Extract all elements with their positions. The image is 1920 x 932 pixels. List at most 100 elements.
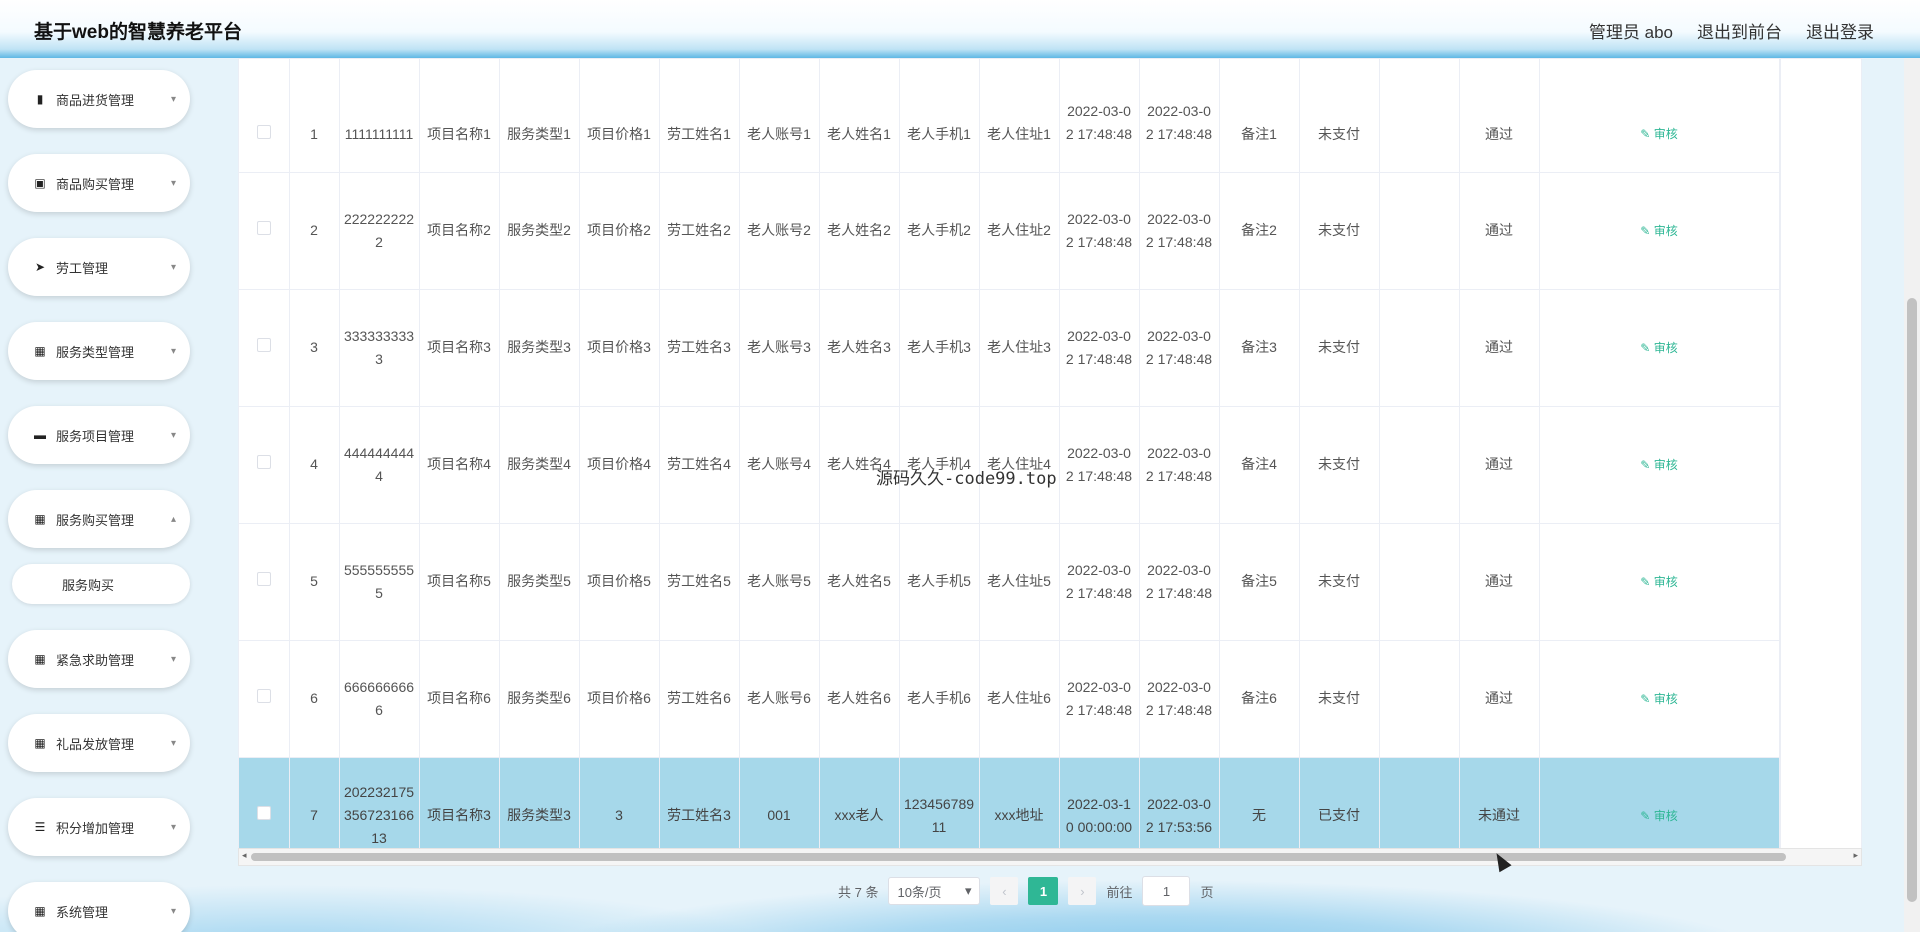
cell-service_type: 服务类型6 — [499, 640, 580, 758]
page-size-value: 10条/页 — [897, 884, 942, 900]
cell-idx: 5 — [289, 523, 340, 641]
cell-service_type: 服务类型5 — [499, 523, 580, 641]
cell-pay: 未支付 — [1299, 289, 1380, 407]
cell-phone: 老人手机1 — [899, 59, 980, 173]
cell-idx: 7 — [289, 757, 340, 849]
list-icon: ☰ — [34, 820, 46, 834]
vertical-scrollbar[interactable] — [1860, 58, 1920, 932]
table-row[interactable]: 2 2222222222 项目名称2 服务类型2 项目价格2 劳工姓名2 老人账号2 老人姓名… — [239, 172, 1781, 290]
goto-page-input[interactable]: 1 — [1142, 876, 1191, 906]
row-checkbox[interactable] — [256, 455, 271, 469]
row-checkbox[interactable] — [256, 806, 271, 820]
chevron-down-icon: ▾ — [170, 905, 176, 917]
cell-price: 项目价格6 — [579, 640, 660, 758]
edit-pen-icon: ✎ — [1640, 126, 1654, 141]
cell-time2: 2022-03-02 17:48:48 — [1139, 406, 1220, 524]
horizontal-scrollbar[interactable]: ◂ ▸ — [238, 848, 1862, 866]
audit-link[interactable]: ✎ 审核 — [1640, 809, 1677, 823]
admin-user-link[interactable]: 管理员 abo — [1589, 18, 1673, 43]
table-row[interactable]: 6 6666666666 项目名称6 服务类型6 项目价格6 劳工姓名6 老人账号6 老人姓名… — [239, 640, 1781, 758]
chart-icon: ▮ — [36, 92, 44, 106]
sidebar: ▮ 商品进货管理 ▾ ▣ 商品购买管理 ▾ ➤ 劳工管理 ▾ ▦ 服务类型管理 … — [0, 58, 200, 932]
table-row[interactable]: 5 5555555555 项目名称5 服务类型5 项目价格5 劳工姓名5 老人账号5 老人姓名… — [239, 523, 1781, 641]
audit-link[interactable]: ✎ 审核 — [1640, 224, 1677, 238]
cell-name: 老人姓名6 — [819, 640, 900, 758]
cell-pay: 未支付 — [1299, 59, 1380, 173]
cell-time2: 2022-03-02 17:48:48 — [1139, 640, 1220, 758]
row-checkbox-cell — [239, 406, 290, 524]
next-page-button[interactable]: › — [1068, 877, 1097, 905]
horizontal-scroll-thumb[interactable] — [251, 853, 1786, 861]
prev-page-button[interactable]: ‹ — [990, 877, 1019, 905]
cell-account: 001 — [739, 757, 820, 849]
page-size-select[interactable]: 10条/页 ▾ — [888, 877, 981, 905]
audit-label: 审核 — [1653, 126, 1678, 141]
scroll-left-icon[interactable]: ◂ — [242, 850, 247, 861]
cell-item_name: 项目名称3 — [419, 289, 500, 407]
monitor-icon: ▬ — [34, 428, 46, 442]
edit-pen-icon: ✎ — [1640, 574, 1654, 589]
logout-link[interactable]: 退出登录 — [1806, 18, 1874, 43]
table-row[interactable]: 3 3333333333 项目名称3 服务类型3 项目价格3 劳工姓名3 老人账号3 老人姓名… — [239, 289, 1781, 407]
grid-icon: ▦ — [34, 652, 46, 666]
cell-reply — [1379, 406, 1460, 524]
audit-link[interactable]: ✎ 审核 — [1640, 575, 1677, 589]
cell-item_name: 项目名称6 — [419, 640, 500, 758]
table-row[interactable]: 1 1111111111 项目名称1 服务类型1 项目价格1 劳工姓名1 老人账号1 老人姓名… — [239, 59, 1781, 173]
audit-link[interactable]: ✎ 审核 — [1640, 127, 1677, 141]
cell-name: 老人姓名1 — [819, 59, 900, 173]
cell-pay: 未支付 — [1299, 172, 1380, 290]
scroll-right-icon[interactable]: ▸ — [1853, 850, 1858, 861]
row-checkbox[interactable] — [256, 338, 271, 352]
row-checkbox[interactable] — [256, 124, 271, 139]
actions-cell: ▤详情✎修改🗑删除 — [1779, 59, 1781, 173]
sidebar-item-goods-buy[interactable]: ▣ 商品购买管理 ▾ — [8, 154, 190, 212]
row-checkbox[interactable] — [256, 572, 271, 586]
sidebar-item-gift[interactable]: ▦ 礼品发放管理 ▾ — [8, 714, 190, 772]
sidebar-item-service-project[interactable]: ▬ 服务项目管理 ▾ — [8, 406, 190, 464]
table-row[interactable]: 7 20223217535672316613 项目名称3 服务类型3 3 劳工姓名3 001… — [239, 757, 1781, 849]
audit-link[interactable]: ✎ 审核 — [1640, 692, 1677, 706]
cell-price: 项目价格5 — [579, 523, 660, 641]
cell-reply — [1379, 757, 1460, 849]
cell-phone: 老人手机2 — [899, 172, 980, 290]
cell-time2: 2022-03-02 17:48:48 — [1139, 59, 1220, 173]
audit-label: 审核 — [1653, 457, 1678, 472]
sidebar-item-service-type[interactable]: ▦ 服务类型管理 ▾ — [8, 322, 190, 380]
audit-link[interactable]: ✎ 审核 — [1640, 341, 1677, 355]
page-1-button[interactable]: 1 — [1028, 877, 1059, 905]
sidebar-item-emergency[interactable]: ▦ 紧急求助管理 ▾ — [8, 630, 190, 688]
cell-time1: 2022-03-10 00:00:00 — [1059, 757, 1140, 849]
cell-worker: 劳工姓名1 — [659, 59, 740, 173]
row-checkbox-cell — [239, 172, 290, 290]
sidebar-item-worker[interactable]: ➤ 劳工管理 ▾ — [8, 238, 190, 296]
cell-name: xxx老人 — [819, 757, 900, 849]
sidebar-item-system[interactable]: ▦ 系统管理 ▾ — [8, 882, 190, 932]
cell-account: 老人账号3 — [739, 289, 820, 407]
cell-time1: 2022-03-02 17:48:48 — [1059, 289, 1140, 407]
sidebar-subitem-service-buy[interactable]: 服务购买 — [12, 564, 190, 604]
cell-reply — [1379, 289, 1460, 407]
vertical-scroll-thumb[interactable] — [1907, 298, 1917, 902]
audit-link[interactable]: ✎ 审核 — [1640, 458, 1677, 472]
cell-item_name: 项目名称5 — [419, 523, 500, 641]
row-checkbox[interactable] — [256, 221, 271, 235]
pagination: 共 7 条 10条/页 ▾ ‹ 1 › 前往 1 页 — [838, 876, 1214, 906]
cell-address: 老人住址6 — [979, 640, 1060, 758]
back-to-frontend-link[interactable]: 退出到前台 — [1697, 18, 1782, 43]
cell-name: 老人姓名2 — [819, 172, 900, 290]
row-checkbox[interactable] — [256, 689, 271, 703]
chevron-down-icon: ▾ — [170, 821, 176, 833]
pagination-total: 共 7 条 — [838, 884, 879, 900]
sidebar-item-service-buy[interactable]: ▦ 服务购买管理 ▴ — [8, 490, 190, 548]
page-suffix: 页 — [1200, 884, 1214, 900]
sidebar-item-goods-purchase-in[interactable]: ▮ 商品进货管理 ▾ — [8, 70, 190, 128]
grid-icon: ▦ — [34, 904, 46, 918]
cell-price: 项目价格2 — [579, 172, 660, 290]
cell-time1: 2022-03-02 17:48:48 — [1059, 59, 1140, 173]
chevron-down-icon: ▾ — [170, 93, 176, 105]
sidebar-item-points[interactable]: ☰ 积分增加管理 ▾ — [8, 798, 190, 856]
app-title: 基于web的智慧养老平台 — [34, 22, 242, 43]
app-header: 基于web的智慧养老平台 管理员 abo 退出到前台 退出登录 — [0, 0, 1920, 58]
audit-cell: ✎ 审核 — [1539, 406, 1780, 524]
